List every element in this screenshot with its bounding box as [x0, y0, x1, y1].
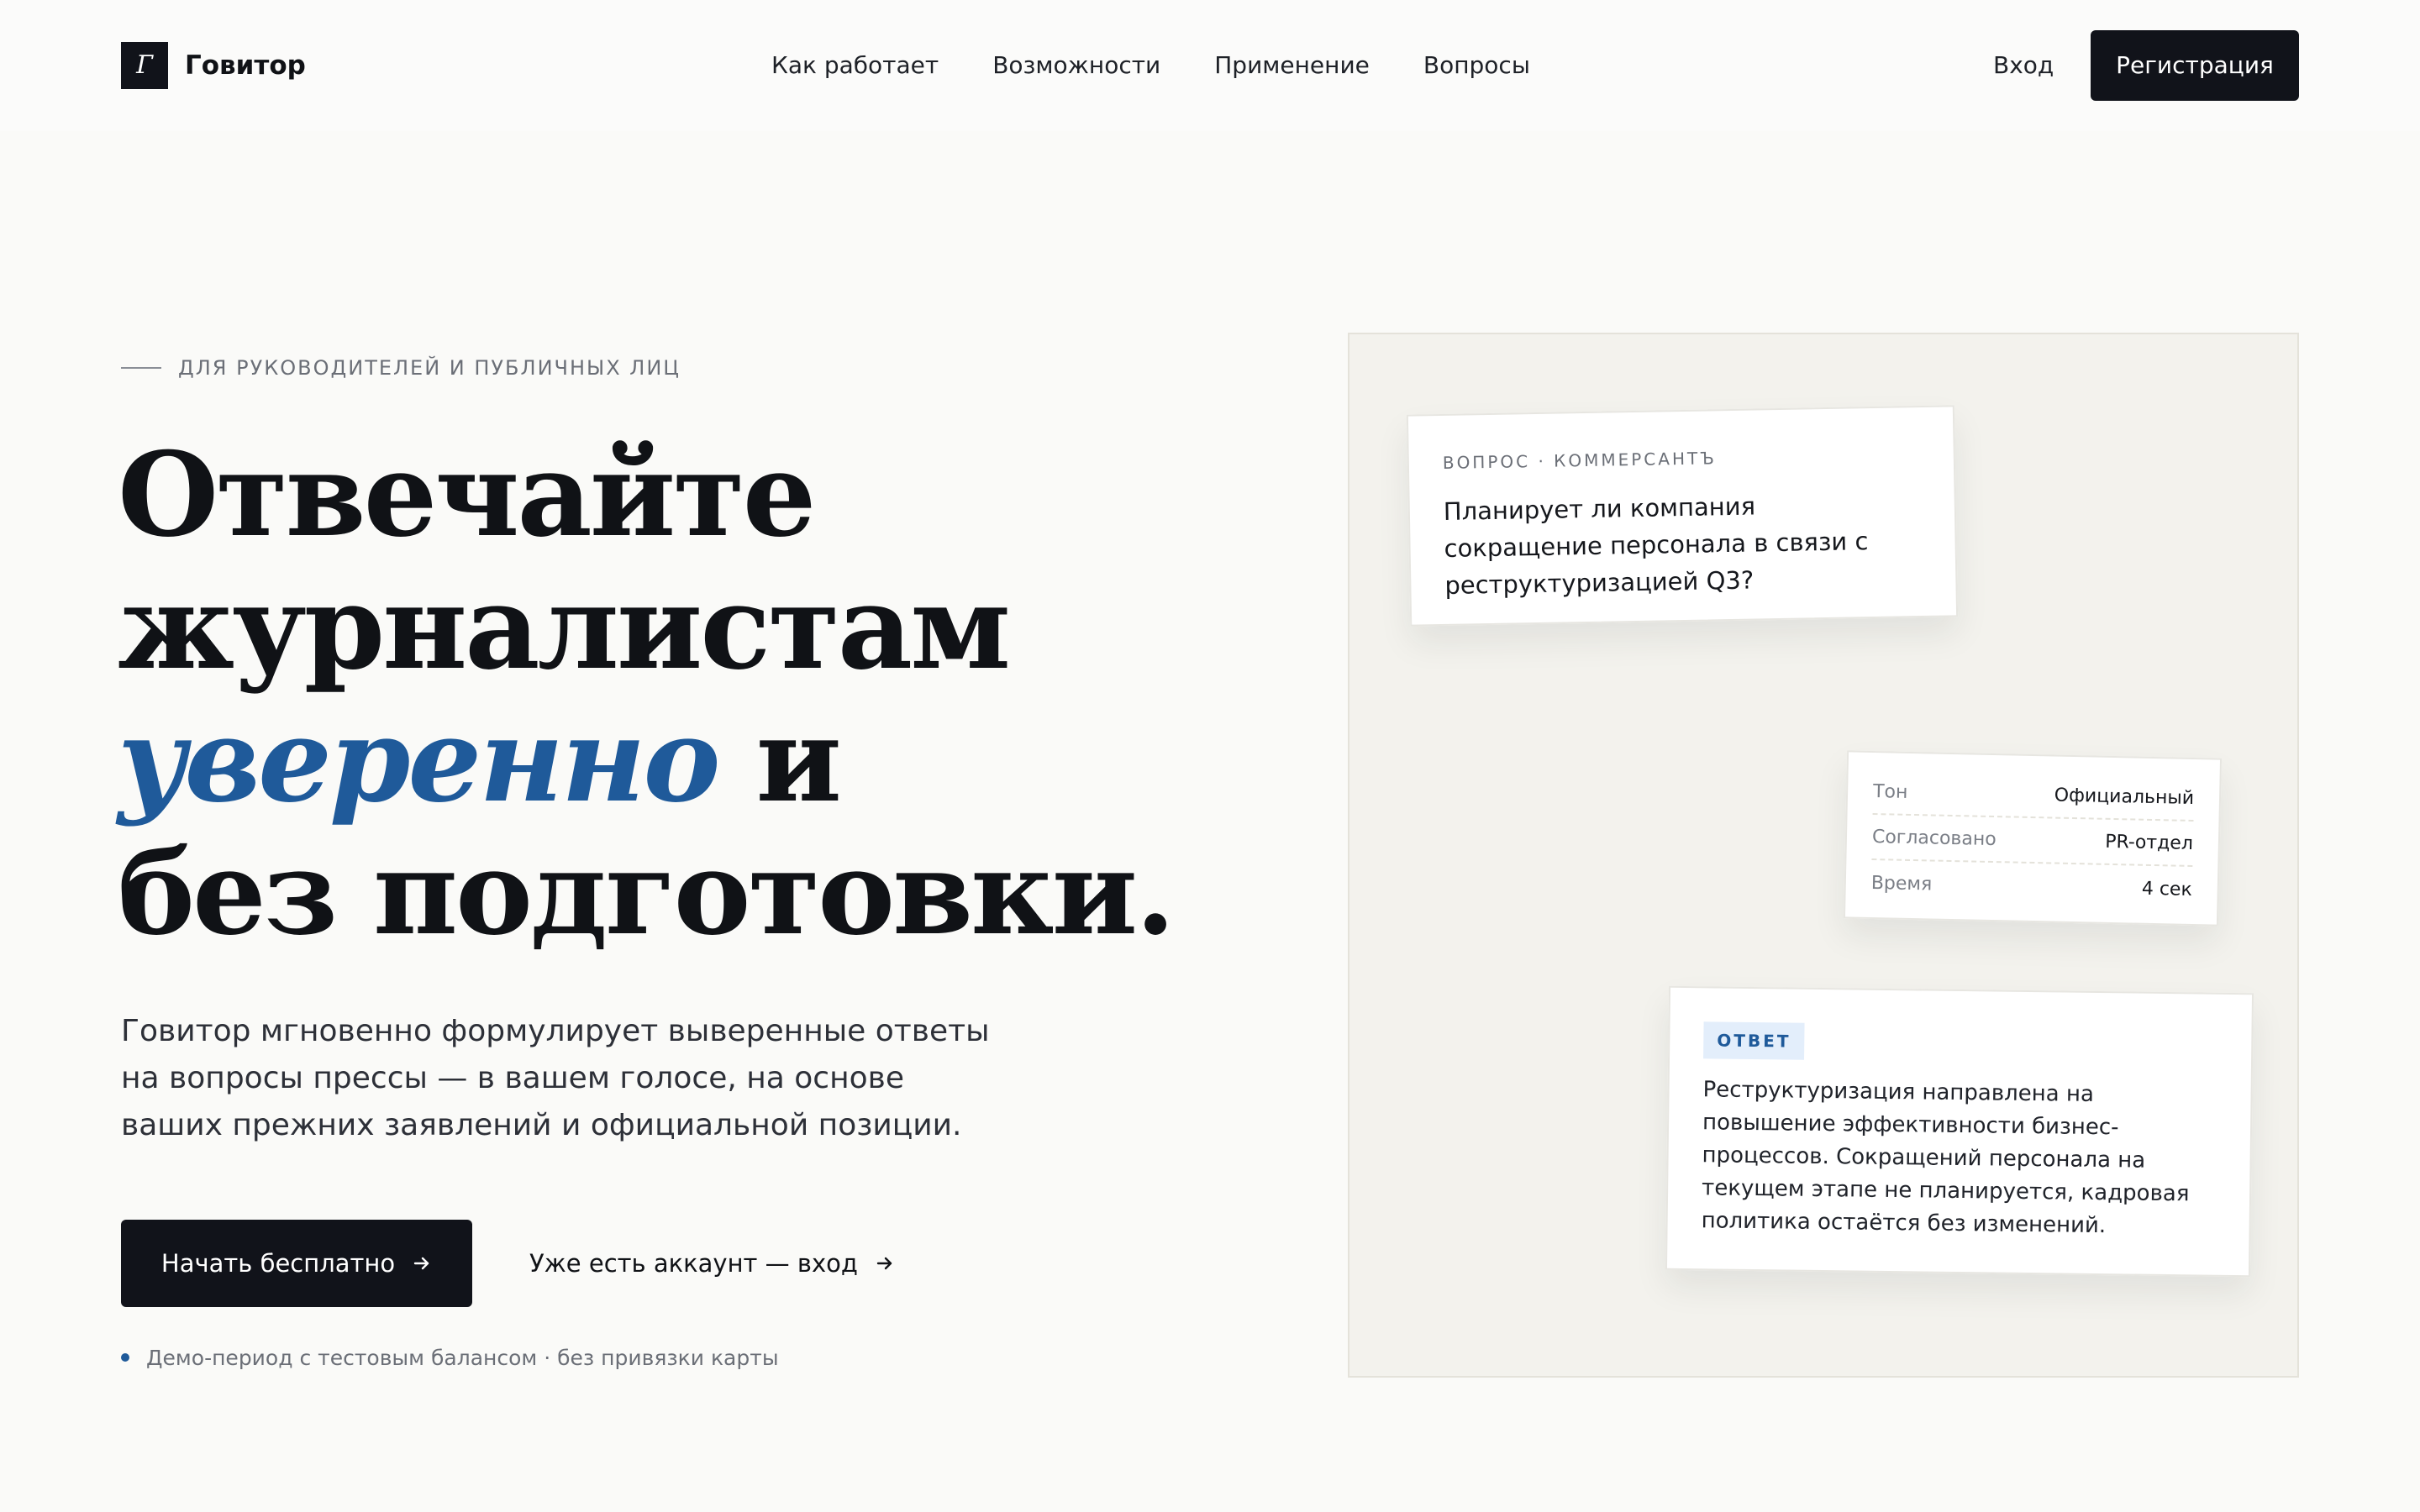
start-free-label: Начать бесплатно	[160, 1249, 396, 1278]
meta-card: Тон Официальный Согласовано PR-отдел Вре…	[1843, 750, 2223, 927]
meta-value: Официальный	[2054, 785, 2195, 809]
meta-row-tone: Тон Официальный	[1872, 769, 2195, 822]
meta-key: Согласовано	[1871, 826, 1997, 850]
login-link[interactable]: Вход	[1993, 45, 2054, 86]
illustration-panel: ВОПРОС · КОММЕРСАНТЪ Планирует ли компан…	[1348, 333, 2299, 1378]
headline-line-3: уверенно и	[118, 694, 1126, 827]
meta-row-approved: Согласовано PR-отдел	[1871, 815, 2194, 867]
headline-line-1: Отвечайте	[118, 426, 817, 563]
logo-text[interactable]: Говитор	[185, 45, 306, 86]
meta-key: Время	[1870, 872, 1933, 895]
hero-headline: Отвечайте журналистам уверенно и без под…	[118, 426, 1176, 961]
demo-note-text: Демо-период с тестовым балансом · без пр…	[146, 1345, 779, 1370]
nav-features[interactable]: Возможности	[992, 45, 1160, 86]
arrow-right-icon	[413, 1257, 429, 1270]
site-header: Г Говитор Как работает Возможности Приме…	[0, 0, 2420, 131]
hero-eyebrow: ДЛЯ РУКОВОДИТЕЛЕЙ И ПУБЛИЧНЫХ ЛИЦ	[121, 353, 681, 383]
meta-value: 4 сек	[2141, 878, 2193, 900]
eyebrow-text: ДЛЯ РУКОВОДИТЕЛЕЙ И ПУБЛИЧНЫХ ЛИЦ	[178, 356, 681, 380]
main-nav: Как работает Возможности Применение Вопр…	[771, 45, 1530, 86]
demo-note: Демо-период с тестовым балансом · без пр…	[121, 1342, 779, 1373]
meta-value: PR-отдел	[2104, 831, 2194, 854]
eyebrow-divider	[121, 367, 161, 369]
question-text: Планирует ли компания сокращение персона…	[1443, 491, 1869, 600]
arrow-right-icon	[876, 1257, 892, 1270]
answer-badge: ОТВЕТ	[1703, 1021, 1805, 1060]
nav-faq[interactable]: Вопросы	[1423, 45, 1530, 86]
nav-use-cases[interactable]: Применение	[1214, 45, 1370, 86]
bullet-dot-icon	[121, 1353, 129, 1362]
meta-key: Тон	[1872, 780, 1908, 803]
headline-accent: уверенно	[118, 691, 721, 828]
headline-line-4: без подготовки.	[118, 824, 1176, 961]
answer-card: ОТВЕТ Реструктуризация направлена на пов…	[1665, 985, 2254, 1278]
existing-account-label: Уже есть аккаунт — вход	[529, 1249, 858, 1278]
register-button[interactable]: Регистрация	[2091, 30, 2299, 101]
start-free-button[interactable]: Начать бесплатно	[121, 1220, 472, 1307]
meta-row-time: Время 4 сек	[1870, 860, 2192, 912]
question-label: ВОПРОС · КОММЕРСАНТЪ	[1442, 448, 1718, 473]
existing-account-login-link[interactable]: Уже есть аккаунт — вход	[529, 1220, 895, 1307]
nav-how-it-works[interactable]: Как работает	[771, 45, 939, 86]
hero-lead: Говитор мгновенно формулирует выверенные…	[121, 1014, 990, 1142]
question-card: ВОПРОС · КОММЕРСАНТЪ Планирует ли компан…	[1406, 405, 1959, 627]
logo-icon[interactable]: Г	[121, 42, 168, 89]
headline-line-3-rest: и	[718, 691, 842, 828]
headline-line-2: журналистам	[118, 559, 1011, 696]
answer-text: Реструктуризация направлена на повышение…	[1701, 1077, 2190, 1239]
landing-page: Г Говитор Как работает Возможности Приме…	[0, 0, 2420, 1512]
